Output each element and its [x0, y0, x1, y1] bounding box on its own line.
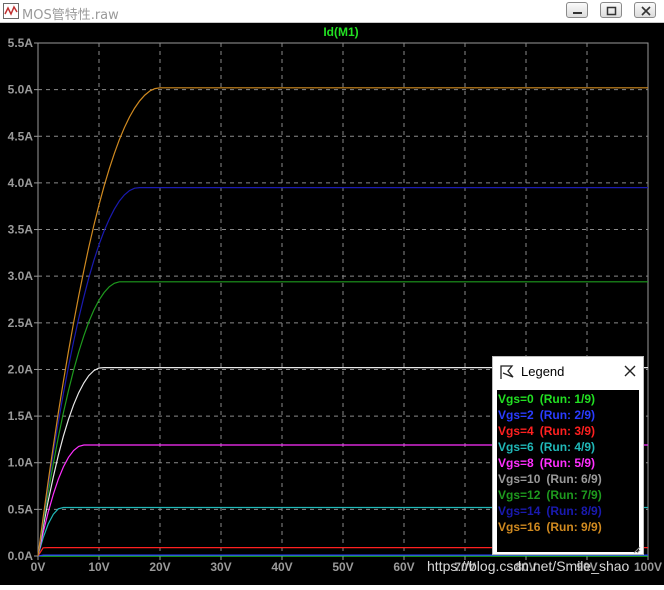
y-tick-label: 0.5A	[8, 502, 34, 516]
legend-item-label: Vgs=2	[498, 408, 534, 422]
x-tick-label: 20V	[149, 560, 170, 574]
legend-item[interactable]: Vgs=16 (Run: 9/9)	[498, 520, 602, 535]
trace-title[interactable]: Id(M1)	[323, 25, 358, 39]
legend-item[interactable]: Vgs=10 (Run: 6/9)	[498, 472, 602, 487]
x-tick-label: 100V	[634, 560, 662, 574]
legend-header[interactable]: Legend	[493, 357, 643, 387]
close-button[interactable]	[634, 2, 656, 18]
legend-item-label: Vgs=6	[498, 440, 534, 454]
restore-button[interactable]	[600, 2, 622, 18]
restore-icon	[606, 6, 617, 16]
title-bar[interactable]: MOS管特性.raw	[0, 0, 664, 23]
waveform-app-icon	[3, 3, 19, 19]
y-tick-label: 2.0A	[8, 362, 34, 376]
resize-grip-icon[interactable]	[633, 546, 641, 554]
legend-item[interactable]: Vgs=14 (Run: 8/9)	[498, 504, 602, 519]
legend-item-label: Vgs=4	[498, 424, 534, 438]
legend-item-run: (Run: 9/9)	[546, 520, 602, 534]
y-tick-label: 5.0A	[8, 83, 34, 97]
legend-item-run: (Run: 7/9)	[546, 488, 602, 502]
legend-item-label: Vgs=10	[498, 472, 541, 486]
legend-item-run: (Run: 6/9)	[546, 472, 602, 486]
x-tick-label: 50V	[332, 560, 353, 574]
legend-item[interactable]: Vgs=2 (Run: 2/9)	[498, 408, 595, 423]
y-tick-label: 1.5A	[8, 409, 34, 423]
y-tick-label: 3.5A	[8, 223, 34, 237]
legend-item-label: Vgs=8	[498, 456, 534, 470]
legend-close-icon[interactable]	[624, 365, 636, 377]
legend-item[interactable]: Vgs=8 (Run: 5/9)	[498, 456, 595, 471]
legend-item[interactable]: Vgs=6 (Run: 4/9)	[498, 440, 595, 455]
legend-window[interactable]: Legend Vgs=0 (Run: 1/9) Vgs=2 (Run: 2/9) Vgs…	[492, 356, 644, 555]
legend-item-label: Vgs=0	[498, 392, 534, 406]
legend-item-label: Vgs=12	[498, 488, 541, 502]
close-icon	[641, 6, 651, 16]
legend-item[interactable]: Vgs=12 (Run: 7/9)	[498, 488, 602, 503]
watermark: https://blog.csdn.net/Smile_shao	[427, 558, 630, 574]
legend-item[interactable]: Vgs=0 (Run: 1/9)	[498, 392, 595, 407]
y-tick-label: 4.5A	[8, 129, 34, 143]
legend-icon	[500, 365, 514, 379]
x-tick-label: 30V	[210, 560, 231, 574]
legend-item-run: (Run: 2/9)	[539, 408, 596, 422]
y-tick-label: 1.0A	[8, 456, 34, 470]
y-tick-label: 3.0A	[8, 269, 34, 283]
x-tick-label: 10V	[88, 560, 109, 574]
minimize-icon	[573, 12, 582, 14]
legend-item-run: (Run: 4/9)	[539, 440, 596, 454]
y-tick-label: 0.0A	[8, 549, 34, 563]
minimize-button[interactable]	[566, 2, 588, 18]
legend-item-run: (Run: 8/9)	[546, 504, 602, 518]
legend-item-label: Vgs=14	[498, 504, 541, 518]
legend-item-run: (Run: 5/9)	[539, 456, 596, 470]
waveform-viewer-window: MOS管特性.raw Id(M1) 0V 10V 20V 30V 40V 50V 60V 70…	[0, 0, 664, 585]
legend-item-run: (Run: 3/9)	[539, 424, 596, 438]
x-tick-label: 40V	[271, 560, 292, 574]
y-tick-label: 5.5A	[8, 36, 34, 50]
legend-item-run: (Run: 1/9)	[539, 392, 596, 406]
y-tick-label: 2.5A	[8, 316, 34, 330]
legend-item[interactable]: Vgs=4 (Run: 3/9)	[498, 424, 595, 439]
legend-title: Legend	[521, 364, 565, 379]
legend-item-label: Vgs=16	[498, 520, 541, 534]
window-title: MOS管特性.raw	[22, 8, 119, 23]
x-tick-label: 60V	[393, 560, 414, 574]
y-tick-label: 4.0A	[8, 176, 34, 190]
legend-entries: Vgs=0 (Run: 1/9) Vgs=2 (Run: 2/9) Vgs=4 (Run:…	[497, 390, 639, 552]
